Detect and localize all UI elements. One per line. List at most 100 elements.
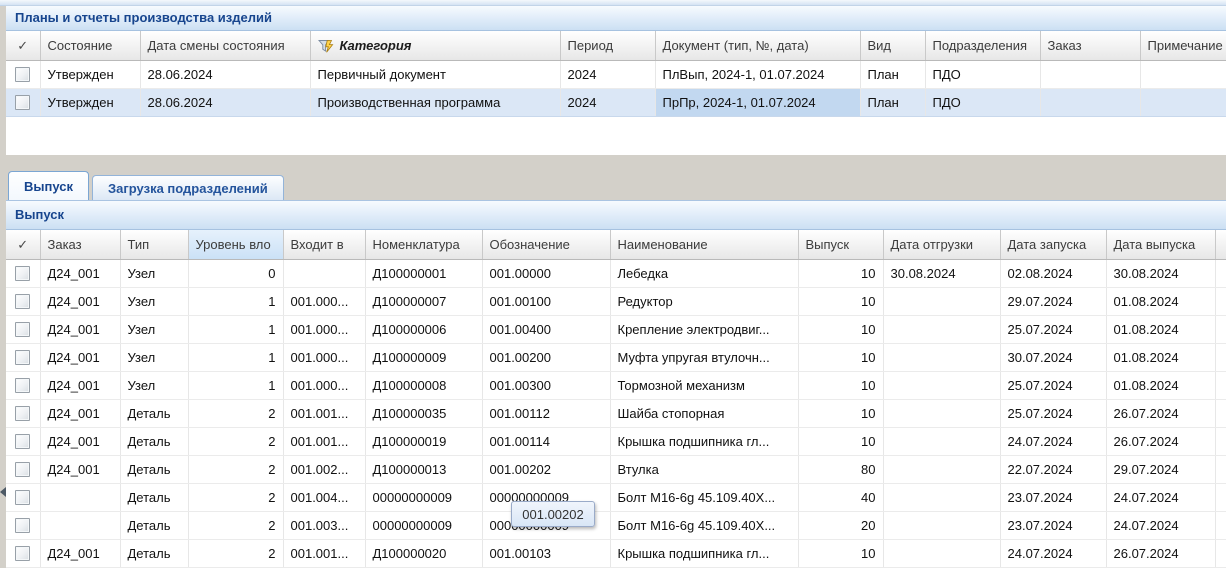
table-row[interactable]: Утвержден28.06.2024Производственная прог… (6, 89, 1226, 117)
column-header[interactable]: Примечание (1140, 31, 1226, 61)
select-all-column-header[interactable]: ✓ (6, 230, 40, 260)
table-cell[interactable]: Узел (120, 316, 188, 344)
row-checkbox[interactable] (15, 518, 30, 533)
table-cell[interactable]: Узел (120, 288, 188, 316)
table-cell[interactable] (883, 288, 1000, 316)
table-cell[interactable] (883, 540, 1000, 568)
table-cell[interactable]: Шайба стопорная (610, 400, 798, 428)
table-cell[interactable]: 10 (798, 400, 883, 428)
table-cell[interactable]: 001.000... (283, 372, 365, 400)
table-cell[interactable]: Д24_001 (40, 344, 120, 372)
table-cell[interactable]: План (860, 89, 925, 117)
table-row[interactable]: Д24_001Узел1001.000...Д100000009001.0020… (6, 344, 1226, 372)
table-cell[interactable]: 80 (798, 456, 883, 484)
table-cell[interactable] (883, 456, 1000, 484)
row-select-cell[interactable] (6, 260, 40, 288)
table-cell[interactable]: 2 (188, 400, 283, 428)
table-cell[interactable] (1215, 344, 1226, 372)
table-cell[interactable]: 001.001... (283, 400, 365, 428)
table-cell[interactable]: 10 (798, 540, 883, 568)
table-row[interactable]: Д24_001Узел1001.000...Д100000006001.0040… (6, 316, 1226, 344)
table-cell[interactable]: Муфта упругая втулочн... (610, 344, 798, 372)
table-cell[interactable]: 26.07.2024 (1106, 540, 1215, 568)
table-cell[interactable]: 26.07.2024 (1106, 428, 1215, 456)
table-cell[interactable] (1215, 456, 1226, 484)
table-row[interactable]: Д24_001Деталь2001.001...Д100000020001.00… (6, 540, 1226, 568)
table-cell[interactable]: 20 (798, 512, 883, 540)
row-checkbox[interactable] (15, 462, 30, 477)
column-header[interactable]: Заказ (1040, 31, 1140, 61)
table-cell[interactable] (1215, 484, 1226, 512)
table-cell[interactable] (1140, 89, 1226, 117)
table-row[interactable]: Д24_001Деталь2001.002...Д100000013001.00… (6, 456, 1226, 484)
table-cell[interactable]: 01.08.2024 (1106, 316, 1215, 344)
column-header[interactable]: Дата отгрузки (883, 230, 1000, 260)
table-cell[interactable]: Д100000007 (365, 288, 482, 316)
row-checkbox[interactable] (15, 322, 30, 337)
table-cell[interactable] (40, 484, 120, 512)
table-row[interactable]: Деталь2001.004...0000000000900000000009Б… (6, 484, 1226, 512)
table-cell[interactable]: 001.001... (283, 540, 365, 568)
table-cell[interactable]: Крышка подшипника гл... (610, 540, 798, 568)
table-cell[interactable] (1215, 400, 1226, 428)
table-cell[interactable]: 10 (798, 316, 883, 344)
column-header[interactable]: Состояние (40, 31, 140, 61)
table-cell[interactable] (883, 484, 1000, 512)
column-header[interactable]: Тип (120, 230, 188, 260)
table-cell[interactable]: Деталь (120, 512, 188, 540)
table-cell[interactable]: 1 (188, 288, 283, 316)
table-cell[interactable]: 10 (798, 372, 883, 400)
row-select-cell[interactable] (6, 540, 40, 568)
table-cell[interactable]: План (860, 61, 925, 89)
table-cell[interactable]: 28.06.2024 (140, 61, 310, 89)
table-cell[interactable] (1215, 316, 1226, 344)
table-cell[interactable]: 001.000... (283, 316, 365, 344)
row-checkbox[interactable] (15, 546, 30, 561)
table-cell[interactable]: 1 (188, 372, 283, 400)
column-header[interactable]: Номенклатура (365, 230, 482, 260)
table-cell[interactable]: 01.08.2024 (1106, 288, 1215, 316)
table-cell[interactable] (1215, 372, 1226, 400)
column-header[interactable]: Наименование (610, 230, 798, 260)
column-header[interactable]: Дата смены состояния (140, 31, 310, 61)
row-checkbox[interactable] (15, 294, 30, 309)
select-all-column-header[interactable]: ✓ (6, 31, 40, 61)
table-cell[interactable]: 01.08.2024 (1106, 344, 1215, 372)
table-cell[interactable]: Деталь (120, 400, 188, 428)
table-cell[interactable]: 24.07.2024 (1000, 428, 1106, 456)
row-select-cell[interactable] (6, 428, 40, 456)
column-header[interactable]: Документ (тип, №, дата) (655, 31, 860, 61)
table-cell[interactable] (40, 512, 120, 540)
table-cell[interactable]: 2 (188, 456, 283, 484)
table-cell[interactable]: 10 (798, 344, 883, 372)
table-cell[interactable]: Деталь (120, 456, 188, 484)
table-cell[interactable]: Втулка (610, 456, 798, 484)
table-cell[interactable] (1140, 61, 1226, 89)
row-checkbox[interactable] (15, 266, 30, 281)
row-select-cell[interactable] (6, 372, 40, 400)
table-cell[interactable]: 2 (188, 512, 283, 540)
table-cell[interactable]: 10 (798, 260, 883, 288)
table-cell[interactable]: 29.07.2024 (1000, 288, 1106, 316)
table-cell[interactable]: 23.07.2024 (1000, 512, 1106, 540)
table-cell[interactable] (883, 344, 1000, 372)
table-cell[interactable]: Д100000019 (365, 428, 482, 456)
table-cell[interactable]: Болт М16-6g 45.109.40Х... (610, 484, 798, 512)
row-checkbox[interactable] (15, 95, 30, 110)
tab-zagruzka-podrazdelenij[interactable]: Загрузка подразделений (92, 175, 284, 200)
column-header[interactable]: Период (560, 31, 655, 61)
table-cell[interactable]: 2 (188, 540, 283, 568)
column-header[interactable]: Обозначение (482, 230, 610, 260)
table-cell[interactable] (1215, 512, 1226, 540)
table-row[interactable]: Утвержден28.06.2024Первичный документ202… (6, 61, 1226, 89)
table-cell[interactable]: ПДО (925, 61, 1040, 89)
row-select-cell[interactable] (6, 61, 40, 89)
row-checkbox[interactable] (15, 378, 30, 393)
row-select-cell[interactable] (6, 344, 40, 372)
table-cell[interactable]: 24.07.2024 (1106, 512, 1215, 540)
table-cell[interactable]: 001.002... (283, 456, 365, 484)
table-cell[interactable]: Д24_001 (40, 428, 120, 456)
table-cell[interactable]: 24.07.2024 (1106, 484, 1215, 512)
table-row[interactable]: Д24_001Деталь2001.001...Д100000035001.00… (6, 400, 1226, 428)
table-cell[interactable]: Д24_001 (40, 400, 120, 428)
